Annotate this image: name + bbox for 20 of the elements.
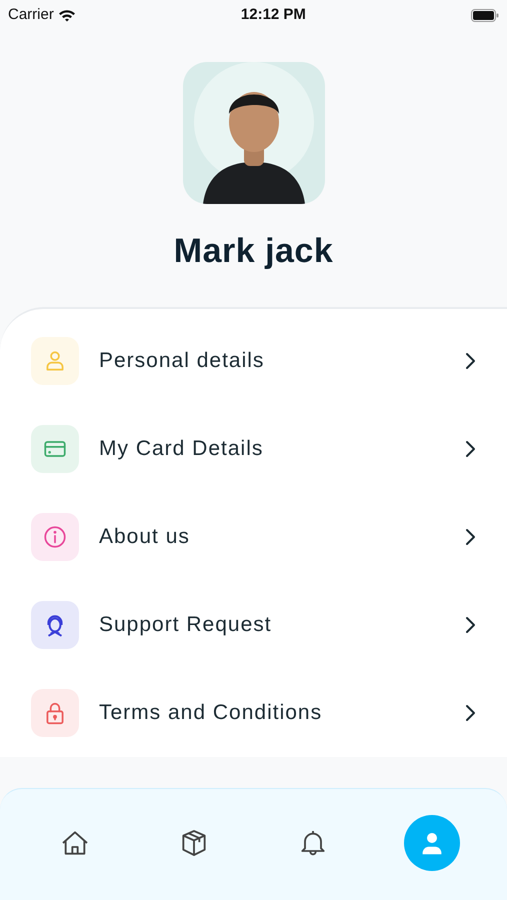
menu-label: Terms and Conditions bbox=[99, 700, 324, 726]
menu-item[interactable]: About us bbox=[0, 493, 507, 581]
chevron-right-icon bbox=[465, 704, 477, 722]
menu-label: My Card Details bbox=[99, 436, 264, 462]
menu-item[interactable]: Support Request bbox=[0, 581, 507, 669]
menu-label: About us bbox=[99, 524, 191, 550]
profile-name: Mark jack bbox=[174, 231, 334, 272]
clock-time: 12:12 PM bbox=[240, 4, 306, 25]
menu-label: Support Request bbox=[99, 612, 273, 638]
chevron-right-icon bbox=[465, 440, 477, 458]
battery-icon bbox=[470, 8, 499, 22]
menu-item[interactable]: Personal details bbox=[0, 317, 507, 405]
wifi-icon bbox=[58, 8, 76, 22]
chevron-right-icon bbox=[465, 528, 477, 546]
menu-item[interactable]: Terms and Conditions bbox=[0, 669, 507, 757]
chevron-right-icon bbox=[465, 616, 477, 634]
menu-item[interactable]: My Card Details bbox=[0, 405, 507, 493]
menu-label: Personal details bbox=[99, 348, 266, 374]
chevron-right-icon bbox=[465, 352, 477, 370]
carrier-label: Carrier bbox=[8, 4, 54, 25]
